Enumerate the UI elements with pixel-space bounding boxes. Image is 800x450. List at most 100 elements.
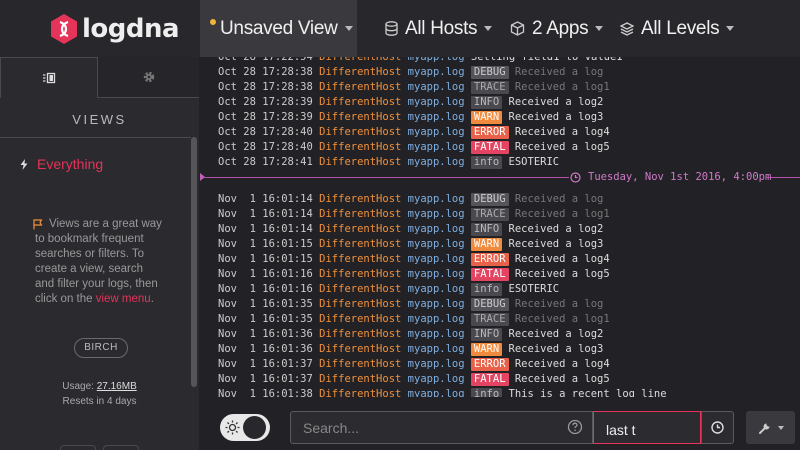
help-icon[interactable] [567, 419, 583, 435]
log-line[interactable]: Oct 28 17:22:54 DifferentHost myapp.log … [218, 57, 623, 65]
chevron-down-icon [595, 26, 604, 31]
log-host[interactable]: DifferentHost [319, 81, 401, 93]
log-host[interactable]: DifferentHost [319, 373, 401, 385]
log-app[interactable]: myapp.log [408, 388, 465, 397]
log-line[interactable]: Nov 1 16:01:35 DifferentHost myapp.log D… [218, 297, 603, 312]
log-app[interactable]: myapp.log [408, 111, 465, 123]
plan-badge[interactable]: BIRCH [74, 338, 128, 358]
log-app[interactable]: myapp.log [408, 81, 465, 93]
apps-filter[interactable]: 2 Apps [510, 0, 604, 57]
log-line[interactable]: Oct 28 17:28:38 DifferentHost myapp.log … [218, 65, 603, 80]
levels-filter[interactable]: All Levels [620, 0, 735, 57]
log-app[interactable]: myapp.log [408, 313, 465, 325]
log-host[interactable]: DifferentHost [319, 358, 401, 370]
hosts-filter[interactable]: All Hosts [385, 0, 493, 57]
log-host[interactable]: DifferentHost [319, 328, 401, 340]
log-host[interactable]: DifferentHost [319, 238, 401, 250]
log-timestamp: Oct 28 17:28:40 [218, 126, 313, 138]
log-level-badge: WARN [470, 343, 503, 356]
log-line[interactable]: Oct 28 17:28:41 DifferentHost myapp.log … [218, 155, 559, 170]
log-app[interactable]: myapp.log [408, 126, 465, 138]
log-host[interactable]: DifferentHost [319, 111, 401, 123]
views-heading: VIEWS [72, 112, 127, 127]
log-app[interactable]: myapp.log [408, 328, 465, 340]
log-level-badge: ERROR [470, 253, 509, 266]
log-host[interactable]: DifferentHost [319, 313, 401, 325]
tab-settings[interactable] [98, 57, 199, 98]
log-app[interactable]: myapp.log [408, 141, 465, 153]
log-line[interactable]: Nov 1 16:01:35 DifferentHost myapp.log T… [218, 312, 610, 327]
log-line[interactable]: Nov 1 16:01:36 DifferentHost myapp.log I… [218, 327, 603, 342]
log-line[interactable]: Oct 28 17:28:39 DifferentHost myapp.log … [218, 95, 603, 110]
log-line[interactable]: Nov 1 16:01:16 DifferentHost myapp.log F… [218, 267, 610, 282]
log-host[interactable]: DifferentHost [319, 283, 401, 295]
log-host[interactable]: DifferentHost [319, 66, 401, 78]
log-app[interactable]: myapp.log [408, 343, 465, 355]
log-host[interactable]: DifferentHost [319, 193, 401, 205]
time-range-input[interactable] [593, 411, 701, 444]
log-app[interactable]: myapp.log [408, 57, 465, 63]
log-line[interactable]: Nov 1 16:01:14 DifferentHost myapp.log T… [218, 207, 610, 222]
log-host[interactable]: DifferentHost [319, 388, 401, 397]
tab-views[interactable] [0, 57, 98, 98]
tools-menu-button[interactable] [746, 411, 795, 444]
theme-toggle[interactable] [220, 414, 270, 441]
log-app[interactable]: myapp.log [408, 96, 465, 108]
log-app[interactable]: myapp.log [408, 298, 465, 310]
log-host[interactable]: DifferentHost [319, 208, 401, 220]
log-message: Received a log [514, 193, 604, 205]
box-icon [510, 21, 525, 36]
log-app[interactable]: myapp.log [408, 66, 465, 78]
log-line[interactable]: Oct 28 17:28:40 DifferentHost myapp.log … [218, 140, 610, 155]
log-app[interactable]: myapp.log [408, 253, 465, 265]
log-app[interactable]: myapp.log [408, 208, 465, 220]
view-selector[interactable]: Unsaved View [200, 0, 357, 57]
log-line[interactable]: Nov 1 16:01:38 DifferentHost myapp.log i… [218, 387, 667, 397]
log-line[interactable]: Nov 1 16:01:15 DifferentHost myapp.log W… [218, 237, 603, 252]
log-host[interactable]: DifferentHost [319, 141, 401, 153]
log-viewer[interactable]: Tuesday, Nov 1st 2016, 4:00pm Oct 28 17:… [200, 57, 800, 397]
log-host[interactable]: DifferentHost [319, 156, 401, 168]
log-app[interactable]: myapp.log [408, 238, 465, 250]
log-line[interactable]: Nov 1 16:01:16 DifferentHost myapp.log i… [218, 282, 559, 297]
log-app[interactable]: myapp.log [408, 358, 465, 370]
usage-value[interactable]: 27.16MB [97, 381, 137, 392]
log-line[interactable]: Oct 28 17:28:39 DifferentHost myapp.log … [218, 110, 603, 125]
log-host[interactable]: DifferentHost [319, 223, 401, 235]
log-host[interactable]: DifferentHost [319, 343, 401, 355]
log-line[interactable]: Nov 1 16:01:37 DifferentHost myapp.log E… [218, 357, 610, 372]
log-message: Received a log [514, 298, 604, 310]
log-timestamp: Nov 1 16:01:14 [218, 193, 313, 205]
log-host[interactable]: DifferentHost [319, 126, 401, 138]
log-line[interactable]: Oct 28 17:28:40 DifferentHost myapp.log … [218, 125, 610, 140]
log-app[interactable]: myapp.log [408, 373, 465, 385]
chevron-down-icon [484, 26, 493, 31]
view-menu-link[interactable]: view menu [96, 293, 151, 305]
log-app[interactable]: myapp.log [408, 193, 465, 205]
sidebar-bottom-button[interactable] [103, 445, 139, 450]
log-host[interactable]: DifferentHost [319, 96, 401, 108]
log-line[interactable]: Nov 1 16:01:15 DifferentHost myapp.log E… [218, 252, 610, 267]
time-picker-button[interactable] [701, 411, 734, 444]
log-line[interactable]: Nov 1 16:01:14 DifferentHost myapp.log D… [218, 192, 603, 207]
log-line[interactable]: Oct 28 17:28:38 DifferentHost myapp.log … [218, 80, 610, 95]
log-host[interactable]: DifferentHost [319, 298, 401, 310]
log-host[interactable]: DifferentHost [319, 268, 401, 280]
log-app[interactable]: myapp.log [408, 156, 465, 168]
log-app[interactable]: myapp.log [408, 223, 465, 235]
log-timestamp: Nov 1 16:01:15 [218, 238, 313, 250]
view-everything[interactable]: Everything [20, 156, 103, 172]
log-message: Received a log4 [514, 253, 610, 265]
search-input[interactable] [290, 411, 593, 444]
log-host[interactable]: DifferentHost [319, 253, 401, 265]
log-line[interactable]: Nov 1 16:01:37 DifferentHost myapp.log F… [218, 372, 610, 387]
log-line[interactable]: Nov 1 16:01:36 DifferentHost myapp.log W… [218, 342, 603, 357]
logo[interactable]: logdna [0, 0, 200, 57]
log-line[interactable]: Nov 1 16:01:14 DifferentHost myapp.log I… [218, 222, 603, 237]
log-host[interactable]: DifferentHost [319, 57, 401, 63]
sidebar-bottom-button[interactable] [60, 445, 96, 450]
sidebar-scrollbar[interactable] [191, 137, 197, 387]
view-everything-label: Everything [37, 156, 104, 172]
log-app[interactable]: myapp.log [408, 283, 465, 295]
log-app[interactable]: myapp.log [408, 268, 465, 280]
